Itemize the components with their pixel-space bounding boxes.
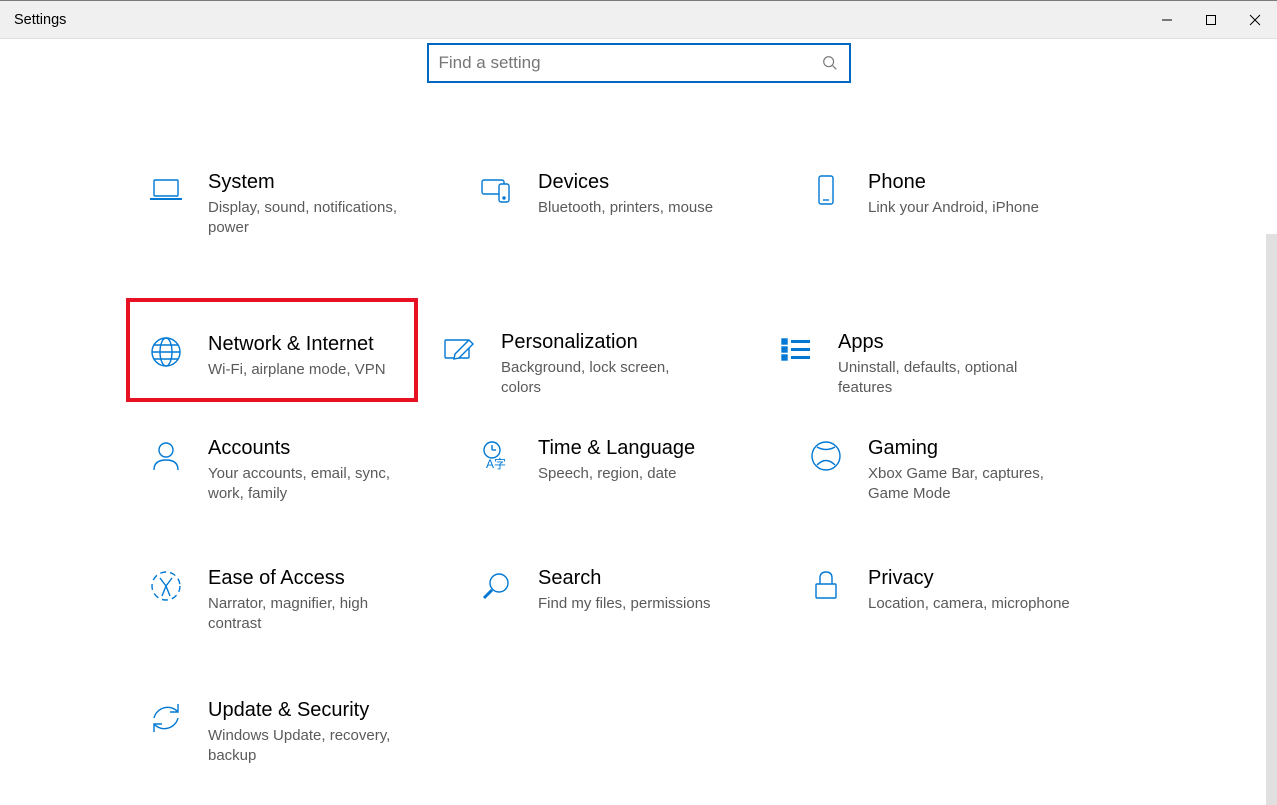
person-icon [148, 438, 184, 474]
category-phone[interactable]: Phone Link your Android, iPhone [808, 166, 1093, 298]
category-title: Phone [868, 170, 1093, 195]
category-system[interactable]: System Display, sound, notifications, po… [148, 166, 433, 298]
category-title: Personalization [501, 330, 733, 355]
category-personalization[interactable]: Personalization Background, lock screen,… [441, 298, 733, 402]
category-apps[interactable]: Apps Uninstall, defaults, optional featu… [778, 298, 1070, 402]
category-desc: Bluetooth, printers, mouse [538, 198, 748, 218]
xbox-icon [808, 438, 844, 474]
ease-icon [148, 568, 184, 604]
category-desc: Background, lock screen, colors [501, 358, 711, 399]
category-desc: Uninstall, defaults, optional features [838, 358, 1048, 399]
globe-icon [148, 334, 184, 370]
category-title: System [208, 170, 433, 195]
maximize-icon [1205, 14, 1217, 26]
sync-icon [148, 700, 184, 736]
svg-text:A字: A字 [486, 456, 506, 471]
category-title: Time & Language [538, 436, 763, 461]
content-area: System Display, sound, notifications, po… [0, 39, 1277, 805]
titlebar: Settings [0, 0, 1277, 39]
grid-row: Update & Security Windows Update, recove… [148, 694, 1138, 794]
category-desc: Link your Android, iPhone [868, 198, 1078, 218]
category-title: Network & Internet [208, 332, 414, 357]
category-ease-of-access[interactable]: Ease of Access Narrator, magnifier, high… [148, 562, 433, 694]
category-desc: Your accounts, email, sync, work, family [208, 464, 418, 505]
search-box[interactable] [427, 43, 851, 83]
category-title: Accounts [208, 436, 433, 461]
settings-grid: System Display, sound, notifications, po… [148, 166, 1138, 794]
maximize-button[interactable] [1189, 1, 1233, 38]
grid-row: System Display, sound, notifications, po… [148, 166, 1138, 298]
magnify-icon [478, 568, 514, 604]
category-search[interactable]: Search Find my files, permissions [478, 562, 763, 694]
close-button[interactable] [1233, 1, 1277, 38]
category-desc: Find my files, permissions [538, 594, 748, 614]
category-title: Gaming [868, 436, 1093, 461]
laptop-icon [148, 172, 184, 208]
window-title: Settings [14, 12, 66, 28]
search-input[interactable] [439, 45, 821, 81]
window-controls [1145, 1, 1277, 38]
category-title: Search [538, 566, 763, 591]
grid-row: Accounts Your accounts, email, sync, wor… [148, 432, 1138, 532]
minimize-button[interactable] [1145, 1, 1189, 38]
grid-row: Ease of Access Narrator, magnifier, high… [148, 562, 1138, 694]
category-update[interactable]: Update & Security Windows Update, recove… [148, 694, 440, 794]
category-title: Privacy [868, 566, 1093, 591]
close-icon [1249, 14, 1261, 26]
time-icon: A字 [478, 438, 514, 474]
category-gaming[interactable]: Gaming Xbox Game Bar, captures, Game Mod… [808, 432, 1093, 532]
category-desc: Narrator, magnifier, high contrast [208, 594, 418, 635]
category-desc: Xbox Game Bar, captures, Game Mode [868, 464, 1078, 505]
pen-icon [441, 332, 477, 368]
category-title: Update & Security [208, 698, 440, 723]
category-title: Ease of Access [208, 566, 433, 591]
phone-icon [808, 172, 844, 208]
minimize-icon [1161, 14, 1173, 26]
category-desc: Location, camera, microphone [868, 594, 1078, 614]
lock-icon [808, 568, 844, 604]
search-icon [821, 54, 839, 72]
category-accounts[interactable]: Accounts Your accounts, email, sync, wor… [148, 432, 433, 532]
category-network[interactable]: Network & Internet Wi-Fi, airplane mode,… [126, 298, 418, 402]
list-icon [778, 332, 814, 368]
category-desc: Speech, region, date [538, 464, 748, 484]
vertical-scrollbar[interactable] [1266, 234, 1277, 805]
category-desc: Windows Update, recovery, backup [208, 726, 418, 767]
devices-icon [478, 172, 514, 208]
category-devices[interactable]: Devices Bluetooth, printers, mouse [478, 166, 763, 298]
category-desc: Display, sound, notifications, power [208, 198, 418, 239]
category-desc: Wi-Fi, airplane mode, VPN [208, 360, 414, 380]
category-title: Devices [538, 170, 763, 195]
category-time[interactable]: A字 Time & Language Speech, region, date [478, 432, 763, 532]
category-privacy[interactable]: Privacy Location, camera, microphone [808, 562, 1093, 694]
grid-row: Network & Internet Wi-Fi, airplane mode,… [148, 298, 1138, 402]
category-title: Apps [838, 330, 1070, 355]
